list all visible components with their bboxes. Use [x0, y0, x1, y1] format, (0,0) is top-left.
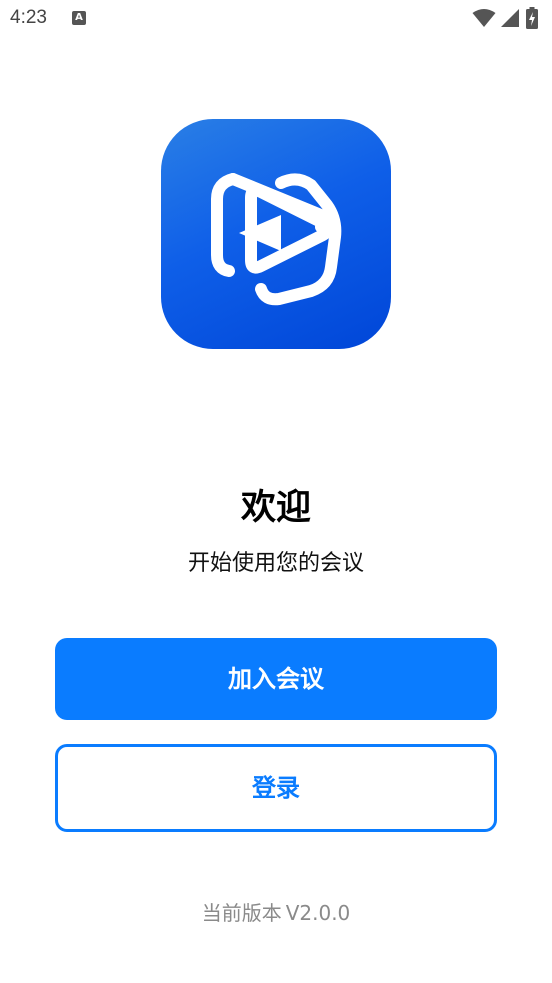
- version-number: V2.0.0: [285, 901, 351, 925]
- wifi-icon: [472, 9, 496, 27]
- app-logo: [161, 119, 391, 349]
- play-triangle-logo-icon: [211, 173, 342, 306]
- battery-charging-icon: [526, 7, 538, 29]
- version-info: 当前版本 V2.0.0: [0, 897, 552, 926]
- welcome-title: 欢迎: [240, 488, 311, 528]
- text-notification-icon: A: [72, 11, 86, 25]
- status-time: 4:23: [10, 7, 47, 28]
- login-button[interactable]: 登录: [55, 744, 497, 832]
- signal-icon: [501, 9, 519, 27]
- join-meeting-button[interactable]: 加入会议: [55, 638, 497, 720]
- welcome-subtitle: 开始使用您的会议: [187, 551, 364, 576]
- status-bar: 4:23 A: [0, 0, 552, 40]
- version-label: 当前版本: [201, 901, 282, 925]
